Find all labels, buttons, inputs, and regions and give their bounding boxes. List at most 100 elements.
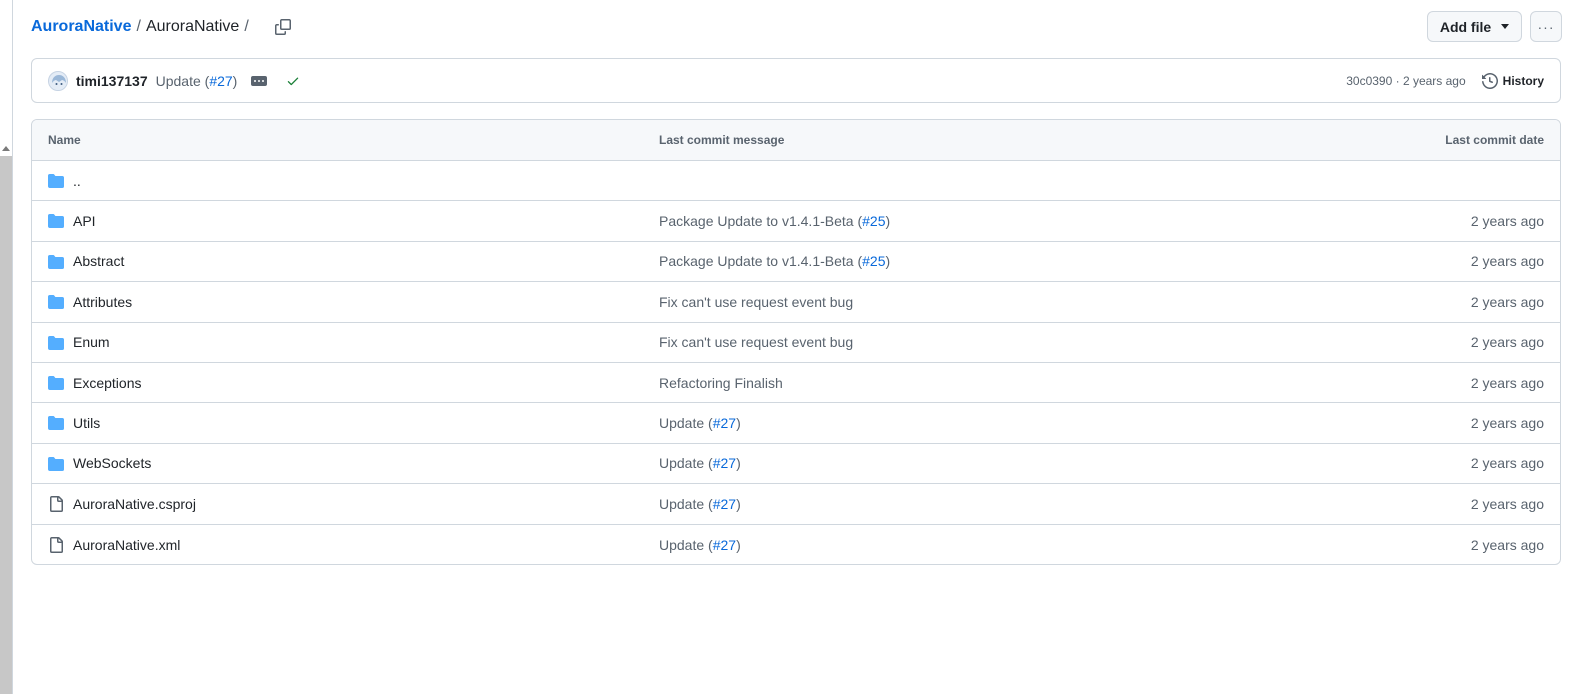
table-header: Name Last commit message Last commit dat… [32,120,1560,161]
commit-message-link[interactable]: Update (#27) [659,415,741,431]
commit-date: 2 years ago [1470,334,1544,351]
table-row[interactable]: Enum Fix can't use request event bug 2 yea… [32,323,1560,363]
scrollbar-thumb[interactable] [0,156,12,694]
commit-message-suffix: ) [885,253,891,270]
file-name-link[interactable]: Utils [73,415,100,431]
commit-date: 2 years ago [1470,415,1544,432]
table-row[interactable]: Abstract Package Update to v1.4.1-Beta (#… [32,242,1560,283]
commit-message-text: Package Update to v1.4.1-Beta ( [659,253,863,270]
parent-directory-link[interactable]: .. [73,173,81,189]
commit-sha-link[interactable]: 30c0390 [1346,74,1392,88]
column-header-name: Name [48,133,81,147]
commit-message-link[interactable]: Update (#27) [659,537,741,553]
file-name-link[interactable]: API [73,213,96,229]
commit-pr-link[interactable]: #27 [713,415,736,431]
table-row[interactable]: AuroraNative.xml Update (#27) 2 years ago [32,525,1560,564]
commit-message-link[interactable]: Package Update to v1.4.1-Beta (#25) [659,213,890,229]
commit-message-link[interactable]: Update (#27) [659,496,741,512]
scroll-up-icon[interactable] [2,146,10,151]
commit-message-link[interactable]: Update (#27) [156,73,238,89]
expand-commit-message-button[interactable] [251,75,268,86]
file-icon [50,496,63,513]
commit-pr-link[interactable]: #25 [862,253,885,269]
history-button[interactable]: History [1481,72,1544,89]
table-row[interactable]: API Package Update to v1.4.1-Beta (#25) 2 … [32,201,1560,242]
commit-meta: 30c0390 · 2 years ago History [1346,72,1544,89]
column-header-date: Last commit date [1445,133,1544,147]
folder-icon [48,214,64,229]
file-name-link[interactable]: AuroraNative.xml [73,537,180,553]
folder-icon [48,174,64,188]
commit-message-text: Update ( [659,415,713,432]
commit-message-text: Fix can't use request event bug [659,293,854,310]
commit-message-link[interactable]: Refactoring Finalish [659,375,783,391]
file-name-link[interactable]: Attributes [73,294,132,310]
commit-date: 2 years ago [1470,293,1544,310]
folder-icon [48,416,64,431]
column-header-message: Last commit message [659,133,785,147]
file-name-link[interactable]: Abstract [73,253,124,269]
commit-message-suffix: ) [885,213,891,230]
history-icon [1481,72,1498,89]
file-name-link[interactable]: AuroraNative.csproj [73,496,196,512]
commit-message-link[interactable]: Update (#27) [659,455,741,471]
more-options-button[interactable]: ··· [1530,11,1562,42]
history-label: History [1502,73,1544,88]
commit-date: 2 years ago [1470,495,1544,512]
table-row[interactable]: Exceptions Refactoring Finalish 2 years ag… [32,363,1560,404]
table-row[interactable]: AuroraNative.csproj Update (#27) 2 years a… [32,484,1560,525]
commit-date: 2 years ago [1470,213,1544,230]
folder-icon [48,456,64,471]
breadcrumb-repo-link[interactable]: AuroraNative [31,18,131,36]
file-table: Name Last commit message Last commit dat… [31,119,1561,565]
breadcrumb-separator: / [136,18,141,35]
folder-icon [48,295,64,310]
commit-pr-link[interactable]: #27 [209,73,232,89]
add-file-button[interactable]: Add file [1427,11,1522,42]
breadcrumb-current-folder: AuroraNative [145,18,240,35]
folder-icon [48,254,64,269]
commit-message-suffix: ) [736,536,741,553]
commit-message-suffix: ) [736,495,741,512]
left-scrollbar[interactable] [0,0,13,694]
commit-message-text: Update ( [659,536,713,553]
file-name-link[interactable]: Exceptions [73,375,141,391]
table-row[interactable]: Utils Update (#27) 2 years ago [32,403,1560,444]
commit-message-link[interactable]: Fix can't use request event bug [659,334,853,350]
breadcrumb-separator: / [244,18,249,35]
commit-message-text: Fix can't use request event bug [659,334,854,351]
commit-pr-link[interactable]: #27 [713,496,736,512]
commit-message-text: Refactoring Finalish [659,374,783,391]
commit-pr-link[interactable]: #27 [713,537,736,553]
avatar[interactable] [48,70,68,91]
commit-age: 2 years ago [1402,73,1466,88]
parent-directory-row[interactable]: .. [32,161,1560,202]
table-row[interactable]: WebSockets Update (#27) 2 years ago [32,444,1560,485]
commit-author-link[interactable]: timi137137 [76,73,148,89]
commit-pr-link[interactable]: #27 [713,455,736,471]
file-icon [50,536,63,553]
commit-message-text: Update ( [659,455,713,472]
commit-message-link[interactable]: Package Update to v1.4.1-Beta (#25) [659,253,890,269]
file-name-link[interactable]: WebSockets [73,455,151,471]
commit-message-text: Update ( [659,495,713,512]
commit-message-suffix: ) [736,455,741,472]
commit-message-suffix: ) [736,415,741,432]
commit-meta-separator: · [1392,73,1403,88]
folder-icon [48,335,64,350]
commit-message-suffix: ) [232,72,238,89]
latest-commit-bar: timi137137 Update (#27) 30c0390 · 2 year… [31,58,1561,103]
add-file-label: Add file [1439,18,1492,35]
commit-message-text: Package Update to v1.4.1-Beta ( [659,213,863,230]
commit-message-text: Update ( [155,72,210,89]
kebab-horizontal-icon: ··· [1537,18,1555,35]
check-icon[interactable] [286,74,300,88]
file-name-link[interactable]: Enum [73,334,110,350]
table-row[interactable]: Attributes Fix can't use request event bu… [32,282,1560,323]
commit-date: 2 years ago [1470,455,1544,472]
commit-message-link[interactable]: Fix can't use request event bug [659,294,853,310]
commit-date: 2 years ago [1470,253,1544,270]
commit-pr-link[interactable]: #25 [862,213,885,229]
copy-icon[interactable] [272,16,294,38]
folder-icon [48,375,64,390]
